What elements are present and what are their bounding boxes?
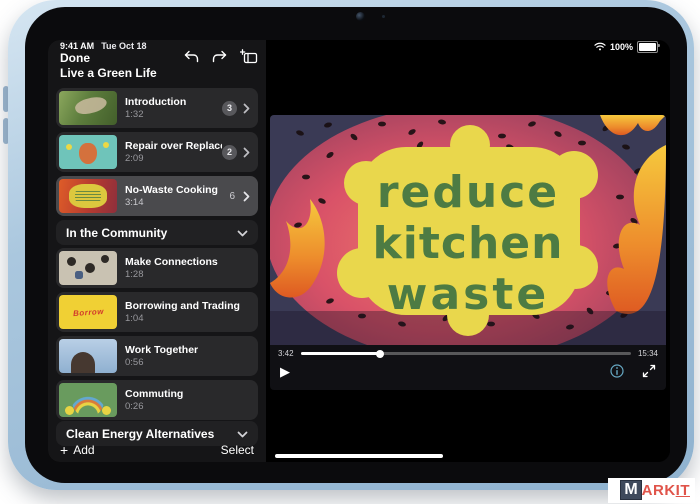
video-title: Commuting (125, 388, 250, 400)
chevron-right-icon (243, 147, 250, 158)
player-pane: reduce kitchen waste 3:42 15:34 (266, 40, 670, 462)
watermark-ark: ARK (642, 482, 676, 499)
player-controls: ▶ (270, 359, 666, 378)
clip-count-badge: 3 (222, 101, 237, 116)
video-row-introduction[interactable]: Introduction 1:32 3 (56, 88, 258, 128)
section-title-live-a-green-life: Live a Green Life (60, 66, 157, 80)
clip-count: 6 (229, 191, 235, 202)
status-indicators: 100% (594, 41, 658, 53)
video-row-borrowing-and-trading[interactable]: Borrow Borrowing and Trading 1:04 (56, 292, 258, 332)
section-title: In the Community (66, 226, 167, 240)
screen: 9:41 AM Tue Oct 18 Done (48, 40, 670, 462)
player-progress-fill (301, 352, 380, 355)
video-duration: 0:56 (125, 357, 250, 368)
video-title: Repair over Replace (125, 140, 222, 152)
video-row-make-connections[interactable]: Make Connections 1:28 (56, 248, 258, 288)
section-title: Clean Energy Alternatives (66, 427, 214, 441)
video-duration: 1:32 (125, 109, 222, 120)
status-time: 9:41 AM Tue Oct 18 (60, 41, 147, 51)
plus-icon: + (60, 445, 68, 455)
thumbnail-commuting (59, 383, 117, 417)
add-clip-icon[interactable] (240, 49, 258, 64)
ipad-device: 9:41 AM Tue Oct 18 Done (8, 0, 694, 490)
overlay-text-line2: kitchen (373, 218, 564, 269)
watermark-m-logo: M (620, 480, 641, 500)
sidebar-footer: + Add Select (60, 443, 254, 457)
thumbnail-text: Borrow (72, 306, 104, 317)
video-row-repair-over-replace[interactable]: Repair over Replace 2:09 2 (56, 132, 258, 172)
total-time: 15:34 (638, 349, 658, 358)
clock: 9:41 AM (60, 41, 94, 51)
front-camera (356, 12, 365, 21)
chevron-right-icon (243, 103, 250, 114)
player-progress-knob[interactable] (376, 350, 384, 358)
video-duration: 2:09 (125, 153, 222, 164)
thumbnail-no-waste-cooking (59, 179, 117, 213)
video-duration: 1:04 (125, 313, 250, 324)
date: Tue Oct 18 (101, 41, 146, 51)
redo-icon[interactable] (212, 50, 227, 63)
chevron-down-icon (237, 425, 248, 443)
add-label: Add (73, 443, 94, 457)
video-row-commuting[interactable]: Commuting 0:26 (56, 380, 258, 420)
chevron-down-icon (237, 224, 248, 242)
wifi-icon (594, 42, 606, 53)
markit-watermark: MARKIT (608, 478, 695, 503)
video-title: Make Connections (125, 256, 250, 268)
video-duration: 3:14 (125, 197, 229, 208)
video-title: Work Together (125, 344, 250, 356)
video-player[interactable]: reduce kitchen waste 3:42 15:34 (270, 115, 666, 390)
thumbnail-repair-over-replace (59, 135, 117, 169)
current-time: 3:42 (278, 349, 294, 358)
video-duration: 1:28 (125, 269, 250, 280)
thumbnail-make-connections (59, 251, 117, 285)
home-indicator[interactable] (275, 454, 443, 458)
overlay-text-line3: waste (387, 269, 549, 320)
undo-icon[interactable] (184, 50, 199, 63)
video-title: No-Waste Cooking (125, 184, 229, 196)
video-row-work-together[interactable]: Work Together 0:56 (56, 336, 258, 376)
scrubber-bar: 3:42 15:34 (270, 345, 666, 359)
video-duration: 0:26 (125, 401, 250, 412)
chevron-right-icon (243, 191, 250, 202)
fullscreen-icon[interactable] (642, 364, 656, 378)
progress-track[interactable] (301, 352, 631, 355)
play-button[interactable]: ▶ (280, 365, 290, 378)
done-button[interactable]: Done (60, 51, 90, 65)
thumbnail-introduction (59, 91, 117, 125)
battery-icon (637, 41, 658, 53)
clip-count-badge: 2 (222, 145, 237, 160)
thumbnail-borrowing-and-trading: Borrow (59, 295, 117, 329)
video-title: Introduction (125, 96, 222, 108)
watermark-it: IT (676, 482, 690, 499)
video-row-no-waste-cooking[interactable]: No-Waste Cooking 3:14 6 (56, 176, 258, 216)
section-header-in-the-community[interactable]: In the Community (56, 220, 258, 245)
add-button[interactable]: + Add (60, 443, 95, 457)
select-button[interactable]: Select (221, 443, 254, 457)
info-button[interactable] (610, 364, 624, 378)
overlay-text-line1: reduce (377, 167, 559, 218)
video-frame-reduce-kitchen-waste: reduce kitchen waste (270, 115, 666, 345)
thumbnail-work-together (59, 339, 117, 373)
playlist-sidebar: 9:41 AM Tue Oct 18 Done (48, 40, 267, 462)
battery-percent: 100% (610, 42, 633, 52)
video-title: Borrowing and Trading (125, 300, 250, 312)
ambient-sensor (382, 15, 385, 18)
